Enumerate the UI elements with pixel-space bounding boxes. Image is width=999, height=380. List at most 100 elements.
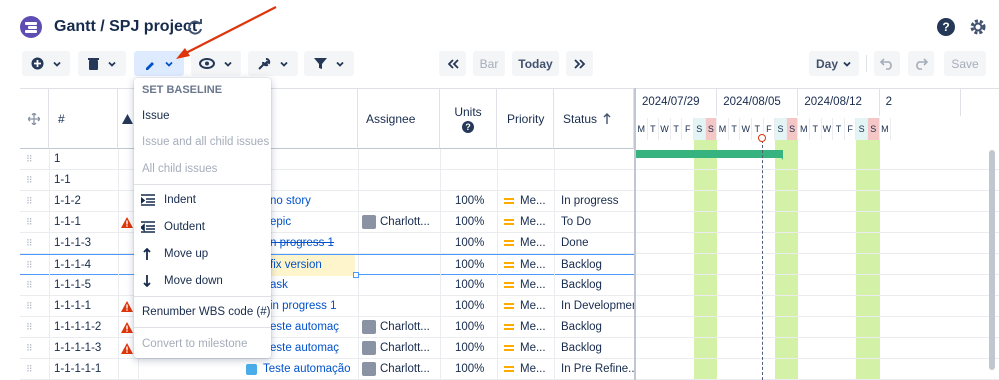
week-header: 2024/08/12 [798,88,880,116]
priority-label: Me... [520,300,546,312]
vertical-scrollbar[interactable] [989,150,995,370]
help-icon[interactable]: ? [937,18,955,36]
chevron-down-icon [165,61,173,67]
menu-item-convert-to-milestone[interactable]: Convert to milestone [134,332,271,356]
scroll-left-button[interactable] [439,51,466,76]
tools-dropdown-button[interactable] [248,51,298,76]
summary-link[interactable]: ask [270,275,355,296]
arrow-up-icon [143,248,151,260]
menu-item-label: Move down [164,275,223,287]
assignee-column-header[interactable]: Assignee [358,89,440,149]
summary-link[interactable]: epic [270,212,355,233]
scroll-right-button[interactable] [566,51,593,76]
avatar [362,340,376,355]
summary-link[interactable]: in progress 1 [270,296,355,317]
drag-handle-icon[interactable]: ⠿ [26,296,36,317]
bar-button[interactable]: Bar [473,51,505,76]
help-icon[interactable]: ? [462,120,474,133]
priority-label: Me... [520,216,546,228]
drag-handle-icon[interactable]: ⠿ [26,212,36,233]
drag-handle-icon[interactable]: ⠿ [26,233,36,254]
menu-item-indent[interactable]: Indent [134,188,271,212]
summary-link[interactable]: Teste automação [263,359,355,380]
menu-item-move-down[interactable]: Move down [134,269,271,293]
table-row[interactable]: ⠿ 1-1 [20,170,634,191]
refresh-icon[interactable] [186,18,204,36]
add-dropdown-button[interactable] [22,51,70,76]
trash-icon [87,58,99,70]
drag-handle-icon[interactable]: ⠿ [26,255,36,276]
sort-ascending-icon [603,113,611,124]
priority-label: Me... [520,259,546,271]
table-row[interactable]: ⠿ 1-1-1-1-3 este automaç Charlott... 100% Me.… [20,338,634,359]
drag-handle-icon[interactable]: ⠿ [26,317,36,338]
table-row[interactable]: ⠿ 1 [20,149,634,170]
summary-link[interactable]: fix version [270,255,355,276]
drag-handle-icon[interactable]: ⠿ [26,149,36,170]
day-header: T [729,118,741,140]
arrow-down-icon [143,275,151,287]
num-column-header[interactable]: # [49,89,118,149]
resize-handle[interactable] [353,272,359,278]
day-header: S [694,118,706,140]
day-header: W [740,118,752,140]
view-dropdown-button[interactable] [191,51,241,76]
menu-item-outdent[interactable]: Outdent [134,215,271,239]
summary-link[interactable]: n progress 1 [270,233,355,254]
save-button[interactable]: Save [944,51,986,76]
table-row[interactable]: ⠿ 1-1-1 epic Charlott... 100% Me... To Do [20,212,634,233]
today-button[interactable]: Today [512,51,559,76]
undo-button[interactable] [874,51,900,76]
table-row[interactable]: ⠿ 1-1-1-3 n progress 1 100% Me... Done [20,233,634,254]
table-row[interactable]: ⠿ 1-1-1-4 fix version 100% Me... Backlog [20,254,634,276]
gantt-bar[interactable] [636,150,783,158]
wbs-cell: 1-1-1-3 [54,237,92,249]
add-icon [31,57,43,70]
menu-item-label: Indent [164,194,196,206]
units-column-header[interactable]: Units ? [440,89,497,149]
chevron-down-icon [224,61,232,67]
menu-item-move-up[interactable]: Move up [134,242,271,266]
delete-dropdown-button[interactable] [78,51,126,76]
menu-item-label: Outdent [164,221,205,233]
menu-item-renumber-wbs-code[interactable]: Renumber WBS code (#) [134,300,271,324]
priority-label: Me... [520,363,546,375]
menu-item-issue-and-all-child-issues[interactable]: Issue and all child issues [134,130,271,154]
drag-handle-icon[interactable]: ⠿ [26,170,36,191]
assignee-cell: Charlott... [362,338,438,359]
drag-handle-icon[interactable]: ⠿ [26,191,36,212]
menu-item-all-child-issues[interactable]: All child issues [134,157,271,181]
summary-link[interactable] [270,149,355,170]
zoom-select[interactable]: Day [809,51,859,76]
assignee-name: Charlott... [380,342,430,354]
status-column-header[interactable]: Status [554,89,634,149]
summary-link[interactable] [270,170,355,191]
edit-dropdown-button[interactable] [134,51,184,76]
table-row[interactable]: ⠿ 1-1-2 no story 100% Me... In progress [20,191,634,212]
chevron-down-icon [335,61,344,67]
filter-dropdown-button[interactable] [304,51,354,76]
summary-link[interactable]: este automaç [270,338,355,359]
summary-link[interactable]: este automaç [270,317,355,338]
menu-item-issue[interactable]: Issue [134,104,271,128]
priority-cell: Me... [504,275,554,296]
priority-cell: Me... [504,212,554,233]
table-row[interactable]: ⠿ 1-1-1-5 ask 100% Me... Backlog [20,275,634,296]
table-row[interactable]: ⠿ 1-1-1-1 in progress 1 100% Me... In Develop… [20,296,634,317]
units-cell: 100% [455,237,485,249]
drag-handle-icon[interactable]: ⠿ [26,359,36,380]
weekend-column [868,140,880,380]
priority-column-header[interactable]: Priority [497,89,554,149]
status-cell: Backlog [561,321,602,333]
warning-icon [121,343,133,354]
units-cell: 100% [455,363,485,375]
weekend-column [856,140,868,380]
drag-handle-icon[interactable]: ⠿ [26,275,36,296]
summary-link[interactable]: no story [270,191,355,212]
redo-button[interactable] [908,51,934,76]
drag-handle-icon[interactable]: ⠿ [26,338,36,359]
gear-icon[interactable] [968,17,988,37]
today-marker-dot [758,134,766,142]
table-row[interactable]: ⠿ 1-1-1-1-1 Teste automação Charlott... 100%… [20,359,634,380]
table-row[interactable]: ⠿ 1-1-1-1-2 este automaç Charlott... 100% Me.… [20,317,634,338]
